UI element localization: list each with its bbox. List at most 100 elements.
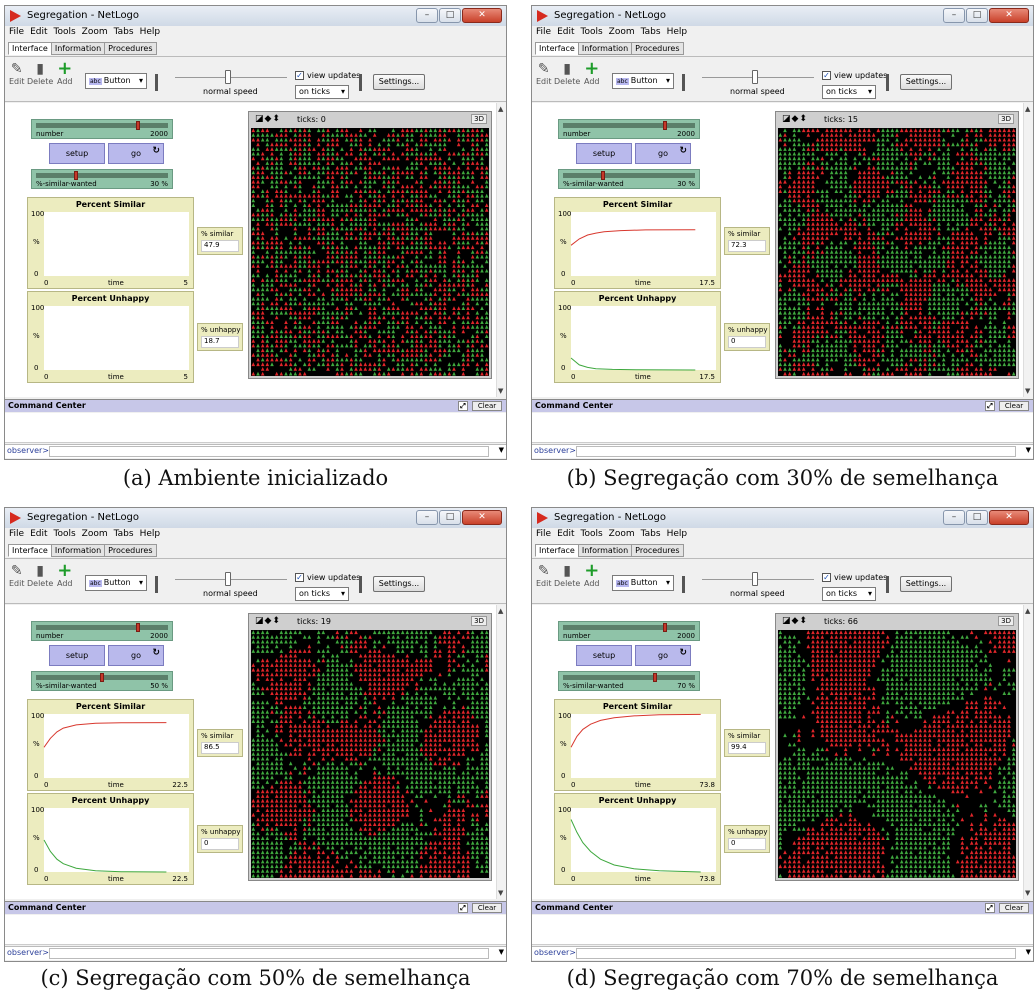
menu-help[interactable]: Help	[140, 529, 161, 543]
update-mode-select[interactable]: on ticks ▾	[822, 85, 876, 99]
slider-thumb[interactable]	[74, 171, 79, 180]
add-tool-button[interactable]: + Add	[57, 60, 73, 87]
tab-information[interactable]: Information	[577, 42, 633, 55]
menu-zoom[interactable]: Zoom	[82, 529, 108, 543]
tab-interface[interactable]: Interface	[8, 544, 52, 557]
slider-thumb[interactable]	[136, 121, 140, 130]
menu-zoom[interactable]: Zoom	[82, 27, 108, 41]
number-slider[interactable]: number 2000	[558, 119, 700, 139]
speed-slider-track[interactable]	[175, 77, 287, 78]
add-tool-button[interactable]: + Add	[584, 60, 600, 87]
slider-track[interactable]	[563, 173, 695, 178]
close-button[interactable]: ✕	[462, 8, 502, 23]
3d-view-button[interactable]: 3D	[471, 616, 487, 626]
close-button[interactable]: ✕	[462, 510, 502, 525]
scroll-up-icon[interactable]: ▲	[498, 105, 503, 113]
menu-tabs[interactable]: Tabs	[114, 529, 134, 543]
view-updates-checkbox[interactable]: ✓	[295, 573, 304, 582]
similar-wanted-slider[interactable]: %-similar-wanted 30 %	[558, 169, 700, 189]
minimize-button[interactable]: –	[943, 8, 965, 23]
view-updates-checkbox[interactable]: ✓	[822, 71, 831, 80]
view-controls-icon[interactable]: ◪◆⬍	[782, 114, 808, 124]
widget-type-select[interactable]: abc Button ▾	[85, 575, 147, 591]
title-bar[interactable]: Segregation - NetLogo – □ ✕	[5, 6, 506, 26]
menu-edit[interactable]: Edit	[30, 27, 47, 41]
title-bar[interactable]: Segregation - NetLogo – □ ✕	[532, 6, 1033, 26]
menu-tools[interactable]: Tools	[54, 27, 76, 41]
slider-track[interactable]	[36, 123, 168, 128]
widget-type-select[interactable]: abc Button ▾	[612, 73, 674, 89]
slider-track[interactable]	[36, 173, 168, 178]
speed-slider-thumb[interactable]	[225, 572, 231, 586]
history-dropdown-icon[interactable]: ▼	[1026, 446, 1031, 454]
edit-tool-button[interactable]: ✎ Edit	[536, 61, 552, 86]
speed-slider-track[interactable]	[175, 579, 287, 580]
clear-button[interactable]: Clear	[999, 401, 1029, 411]
slider-thumb[interactable]	[663, 121, 667, 130]
setup-button[interactable]: setup	[49, 143, 105, 164]
go-button[interactable]: go ↻	[108, 645, 164, 666]
delete-tool-button[interactable]: ▮ Delete	[27, 61, 53, 86]
speed-slider-thumb[interactable]	[225, 70, 231, 84]
delete-tool-button[interactable]: ▮ Delete	[27, 563, 53, 588]
scroll-up-icon[interactable]: ▲	[1025, 105, 1030, 113]
setup-button[interactable]: setup	[576, 143, 632, 164]
menu-file[interactable]: File	[9, 529, 24, 543]
setup-button[interactable]: setup	[49, 645, 105, 666]
settings-button[interactable]: Settings...	[373, 576, 425, 592]
clear-button[interactable]: Clear	[472, 401, 502, 411]
settings-button[interactable]: Settings...	[373, 74, 425, 90]
expand-icon[interactable]: ⤢	[985, 401, 995, 411]
minimize-button[interactable]: –	[416, 510, 438, 525]
tab-procedures[interactable]: Procedures	[631, 42, 684, 55]
delete-tool-button[interactable]: ▮ Delete	[554, 61, 580, 86]
command-input[interactable]	[576, 446, 1016, 457]
settings-button[interactable]: Settings...	[900, 74, 952, 90]
history-dropdown-icon[interactable]: ▼	[499, 446, 504, 454]
workspace-scrollbar[interactable]: ▲ ▼	[1023, 103, 1033, 397]
scroll-down-icon[interactable]: ▼	[1025, 387, 1030, 395]
menu-edit[interactable]: Edit	[557, 27, 574, 41]
3d-view-button[interactable]: 3D	[471, 114, 487, 124]
edit-tool-button[interactable]: ✎ Edit	[9, 61, 25, 86]
tab-information[interactable]: Information	[50, 544, 106, 557]
widget-type-select[interactable]: abc Button ▾	[85, 73, 147, 89]
menu-help[interactable]: Help	[140, 27, 161, 41]
tab-procedures[interactable]: Procedures	[104, 42, 157, 55]
slider-track[interactable]	[36, 625, 168, 630]
tab-procedures[interactable]: Procedures	[104, 544, 157, 557]
maximize-button[interactable]: □	[966, 8, 988, 23]
tab-interface[interactable]: Interface	[535, 42, 579, 55]
update-mode-select[interactable]: on ticks ▾	[295, 587, 349, 601]
slider-thumb[interactable]	[100, 673, 104, 682]
menu-zoom[interactable]: Zoom	[609, 27, 635, 41]
similar-wanted-slider[interactable]: %-similar-wanted 50 %	[31, 671, 173, 691]
slider-thumb[interactable]	[136, 623, 140, 632]
maximize-button[interactable]: □	[439, 8, 461, 23]
menu-help[interactable]: Help	[667, 27, 688, 41]
expand-icon[interactable]: ⤢	[458, 401, 468, 411]
add-tool-button[interactable]: + Add	[57, 562, 73, 589]
menu-tools[interactable]: Tools	[581, 27, 603, 41]
menu-edit[interactable]: Edit	[30, 529, 47, 543]
command-input[interactable]	[49, 446, 489, 457]
workspace-scrollbar[interactable]: ▲ ▼	[496, 103, 506, 397]
similar-wanted-slider[interactable]: %-similar-wanted 30 %	[31, 169, 173, 189]
view-updates-checkbox[interactable]: ✓	[295, 71, 304, 80]
menu-file[interactable]: File	[536, 27, 551, 41]
view-controls-icon[interactable]: ◪◆⬍	[255, 114, 281, 124]
slider-track[interactable]	[563, 123, 695, 128]
speed-slider-track[interactable]	[702, 77, 814, 78]
update-mode-select[interactable]: on ticks ▾	[295, 85, 349, 99]
view-controls-icon[interactable]: ◪◆⬍	[255, 616, 281, 626]
scroll-down-icon[interactable]: ▼	[498, 387, 503, 395]
tab-interface[interactable]: Interface	[8, 42, 52, 55]
title-bar[interactable]: Segregation - NetLogo – □ ✕	[5, 508, 506, 528]
speed-slider-thumb[interactable]	[752, 70, 758, 84]
go-button[interactable]: go ↻	[108, 143, 164, 164]
menu-file[interactable]: File	[9, 27, 24, 41]
maximize-button[interactable]: □	[439, 510, 461, 525]
tab-information[interactable]: Information	[50, 42, 106, 55]
go-button[interactable]: go ↻	[635, 143, 691, 164]
menu-tabs[interactable]: Tabs	[641, 27, 661, 41]
